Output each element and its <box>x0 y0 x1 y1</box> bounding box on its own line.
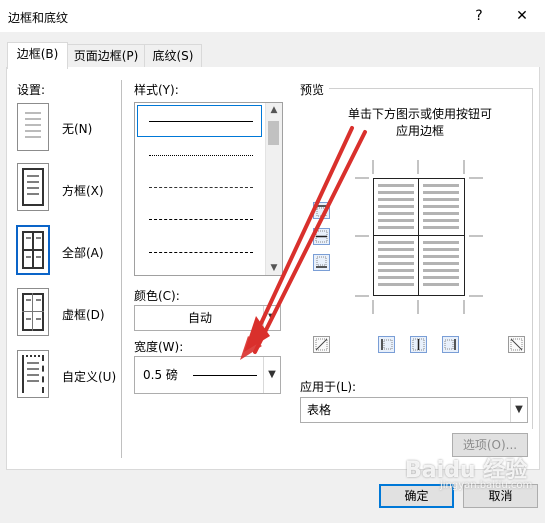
annotation-arrows <box>240 126 367 360</box>
watermark-subtext: jingyan.baidu.com <box>440 480 533 491</box>
tab-borders[interactable]: 边框(B) <box>7 42 68 69</box>
